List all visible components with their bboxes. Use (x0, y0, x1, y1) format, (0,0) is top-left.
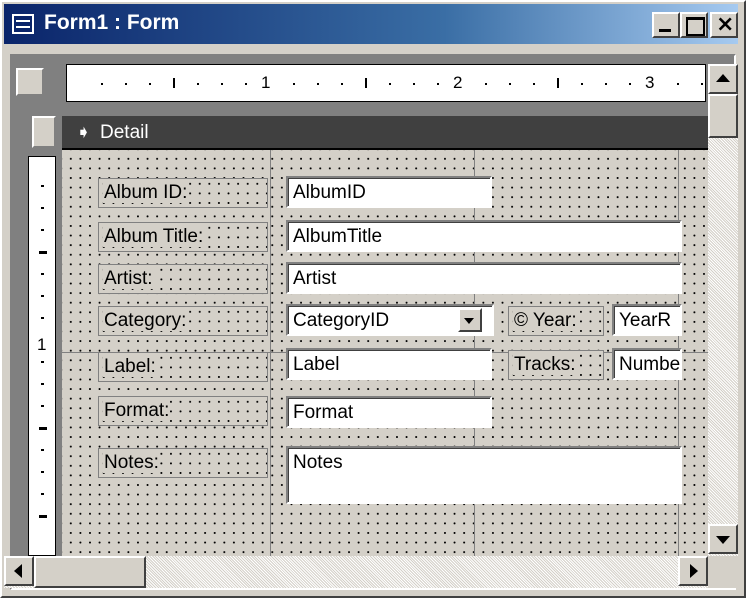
ruler-tick (365, 78, 367, 88)
ruler-tick (39, 515, 47, 518)
ruler-tick (581, 83, 583, 85)
detail-section-header[interactable]: ➧ Detail (62, 114, 708, 150)
ruler-tick (341, 83, 343, 85)
album-id-label[interactable]: Album ID: (98, 178, 268, 208)
ruler-number: 3 (645, 73, 655, 92)
arrow-left-icon (14, 564, 22, 578)
ruler-tick (39, 427, 47, 430)
ruler-tick (173, 78, 175, 88)
vertical-scrollbar[interactable] (708, 64, 738, 566)
tracks-field[interactable]: Numbe (612, 348, 682, 380)
window-title: Form1 : Form (44, 11, 180, 34)
ruler-tick (557, 78, 559, 88)
format-label[interactable]: Format: (98, 396, 268, 426)
ruler-tick (245, 83, 247, 85)
ruler-tick (41, 229, 44, 231)
ruler-tick (389, 83, 391, 85)
form-icon (12, 14, 34, 34)
tracks-label[interactable]: Tracks: (508, 350, 604, 380)
notes-field[interactable]: Notes (286, 446, 682, 504)
arrow-up-icon (716, 74, 730, 82)
ruler-tick (437, 83, 439, 85)
ruler-tick (677, 83, 679, 85)
arrow-right-icon (690, 564, 698, 578)
album-id-field[interactable]: AlbumID (286, 176, 492, 208)
label-field[interactable]: Label (286, 348, 492, 380)
ruler-number: 1 (261, 73, 271, 92)
notes-label[interactable]: Notes: (98, 448, 268, 478)
ruler-tick (41, 405, 44, 407)
ruler-tick (41, 317, 44, 319)
album-title-label[interactable]: Album Title: (98, 222, 268, 252)
ruler-tick (101, 83, 103, 85)
ruler-tick (509, 83, 511, 85)
section-selector[interactable] (32, 116, 56, 148)
arrow-down-icon (716, 536, 730, 544)
grid-line (270, 150, 271, 556)
maximize-button[interactable] (680, 12, 708, 38)
ruler-number: 2 (453, 73, 463, 92)
ruler-tick (41, 383, 44, 385)
scroll-right-button[interactable] (678, 556, 708, 586)
label-label[interactable]: Label: (98, 352, 268, 382)
section-label: Detail (100, 122, 149, 143)
detail-grid[interactable]: Album ID: AlbumID Album Title: AlbumTitl… (62, 150, 708, 556)
ruler-tick (533, 83, 535, 85)
year-label[interactable]: © Year: (508, 306, 604, 336)
chevron-down-icon (464, 318, 474, 324)
section-arrow-icon: ➧ (76, 122, 92, 143)
ruler-tick (605, 83, 607, 85)
category-dropdown-button[interactable] (458, 308, 482, 332)
artist-label[interactable]: Artist: (98, 264, 268, 294)
close-icon: × (716, 12, 735, 37)
ruler-tick (413, 83, 415, 85)
ruler-tick (41, 493, 44, 495)
vertical-ruler[interactable]: 1 (28, 156, 56, 556)
ruler-tick (149, 83, 151, 85)
title-bar[interactable]: Form1 : Form × (4, 4, 738, 44)
ruler-tick (41, 361, 44, 363)
form-selector[interactable] (16, 68, 44, 96)
ruler-tick (41, 273, 44, 275)
ruler-tick (317, 83, 319, 85)
ruler-tick (485, 83, 487, 85)
ruler-tick (293, 83, 295, 85)
ruler-tick (629, 83, 631, 85)
minimize-button[interactable] (652, 12, 680, 38)
ruler-tick (41, 185, 44, 187)
size-grip[interactable] (708, 556, 738, 588)
ruler-tick (41, 449, 44, 451)
vertical-scroll-thumb[interactable] (708, 94, 738, 138)
ruler-tick (701, 83, 703, 85)
year-field[interactable]: YearR (612, 304, 682, 336)
ruler-tick (125, 83, 127, 85)
artist-field[interactable]: Artist (286, 262, 682, 294)
category-label[interactable]: Category: (98, 306, 268, 336)
ruler-tick (39, 251, 47, 254)
album-title-field[interactable]: AlbumTitle (286, 220, 682, 252)
ruler-tick (41, 295, 44, 297)
scroll-left-button[interactable] (4, 556, 34, 586)
format-field[interactable]: Format (286, 396, 492, 428)
ruler-number: 1 (37, 335, 47, 354)
ruler-tick (41, 207, 44, 209)
horizontal-scroll-thumb[interactable] (34, 556, 146, 588)
scroll-down-button[interactable] (708, 524, 738, 554)
horizontal-scrollbar[interactable] (4, 556, 708, 588)
ruler-tick (41, 471, 44, 473)
ruler-tick (221, 83, 223, 85)
close-button[interactable]: × (710, 12, 738, 38)
scroll-up-button[interactable] (708, 64, 738, 94)
ruler-tick (197, 83, 199, 85)
horizontal-ruler[interactable]: 1 2 3 (66, 64, 706, 102)
